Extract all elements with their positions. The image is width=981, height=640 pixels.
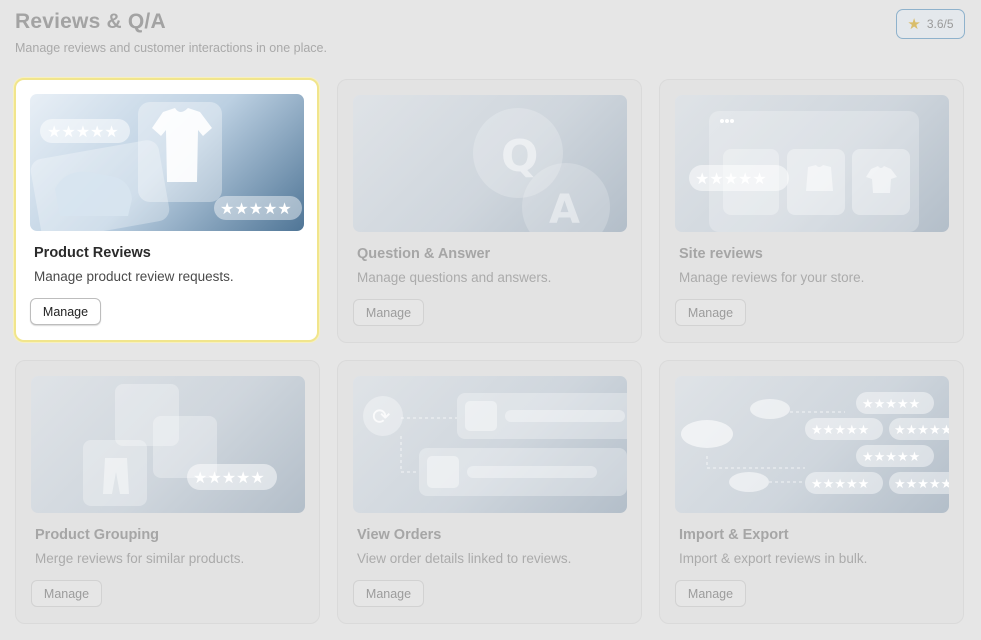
svg-text:★★★★★: ★★★★★ <box>894 423 949 438</box>
manage-button[interactable]: Manage <box>31 580 102 607</box>
svg-text:Q: Q <box>501 131 538 182</box>
rating-badge[interactable]: ★ 3.6/5 <box>896 9 965 39</box>
view-orders-illustration: ⟳ <box>353 376 627 513</box>
manage-button[interactable]: Manage <box>675 299 746 326</box>
card-description: Import & export reviews in bulk. <box>679 551 868 566</box>
svg-text:★★★★★: ★★★★★ <box>811 423 869 438</box>
card-title: Site reviews <box>679 246 763 262</box>
card-view-orders[interactable]: ⟳ View Orders View order details linked … <box>337 360 642 624</box>
svg-text:★★★★★: ★★★★★ <box>862 397 920 412</box>
svg-text:★★★★★: ★★★★★ <box>220 199 292 218</box>
tshirt-reviews-icon: ★★★★★ ★★★★★ <box>30 102 302 231</box>
chat-bubble-icon: Q A <box>473 108 610 232</box>
storefront-icon: ★★★★★ <box>689 111 919 232</box>
card-product-grouping[interactable]: ★★★★★ Product Grouping Merge reviews for… <box>15 360 320 624</box>
svg-text:★★★★★: ★★★★★ <box>193 468 265 487</box>
page-title: Reviews & Q/A <box>15 10 166 33</box>
page-header: Reviews & Q/A Manage reviews and custome… <box>15 10 327 55</box>
card-title: Product Reviews <box>34 245 151 261</box>
star-icon: ★ <box>907 15 921 33</box>
manage-button[interactable]: Manage <box>675 580 746 607</box>
import-export-illustration: ★★★★★ ★★★★★ ★★★★★ ★★★★★ ★★★★★ ★★★★★ <box>675 376 949 513</box>
cloud-transfer-icon: ★★★★★ ★★★★★ ★★★★★ ★★★★★ ★★★★★ ★★★★★ <box>681 392 949 494</box>
card-site-reviews[interactable]: ★★★★★ Site reviews Manage reviews for yo… <box>659 79 964 343</box>
svg-text:★★★★★: ★★★★★ <box>47 122 119 141</box>
manage-button[interactable]: Manage <box>353 580 424 607</box>
product-grouping-illustration: ★★★★★ <box>31 376 305 513</box>
product-reviews-illustration: ★★★★★ ★★★★★ <box>30 94 304 231</box>
card-description: Manage questions and answers. <box>357 270 552 285</box>
order-sync-icon: ⟳ <box>363 393 627 496</box>
svg-text:★★★★★: ★★★★★ <box>811 477 869 492</box>
card-title: Question & Answer <box>357 246 491 262</box>
card-description: Merge reviews for similar products. <box>35 551 245 566</box>
card-description: View order details linked to reviews. <box>357 551 572 566</box>
card-title: Import & Export <box>679 527 789 543</box>
svg-text:★★★★★: ★★★★★ <box>862 450 920 465</box>
card-product-reviews[interactable]: ★★★★★ ★★★★★ Product Reviews Manage produ… <box>14 78 319 342</box>
page-subtitle: Manage reviews and customer interactions… <box>15 41 327 55</box>
manage-button[interactable]: Manage <box>353 299 424 326</box>
rating-value: 3.6/5 <box>926 17 954 31</box>
manage-button[interactable]: Manage <box>30 298 101 325</box>
question-answer-illustration: Q A <box>353 95 627 232</box>
card-title: View Orders <box>357 527 442 543</box>
card-description: Manage reviews for your store. <box>679 270 865 285</box>
svg-text:A: A <box>549 187 580 232</box>
card-title: Product Grouping <box>35 527 160 543</box>
clothing-group-icon: ★★★★★ <box>83 384 277 506</box>
svg-text:★★★★★: ★★★★★ <box>894 477 949 492</box>
svg-text:⟳: ⟳ <box>372 405 390 430</box>
card-import-export[interactable]: ★★★★★ ★★★★★ ★★★★★ ★★★★★ ★★★★★ ★★★★★ Impo… <box>659 360 964 624</box>
card-description: Manage product review requests. <box>34 269 234 284</box>
svg-text:★★★★★: ★★★★★ <box>695 169 767 188</box>
site-reviews-illustration: ★★★★★ <box>675 95 949 232</box>
card-question-answer[interactable]: Q A Question & Answer Manage questions a… <box>337 79 642 343</box>
